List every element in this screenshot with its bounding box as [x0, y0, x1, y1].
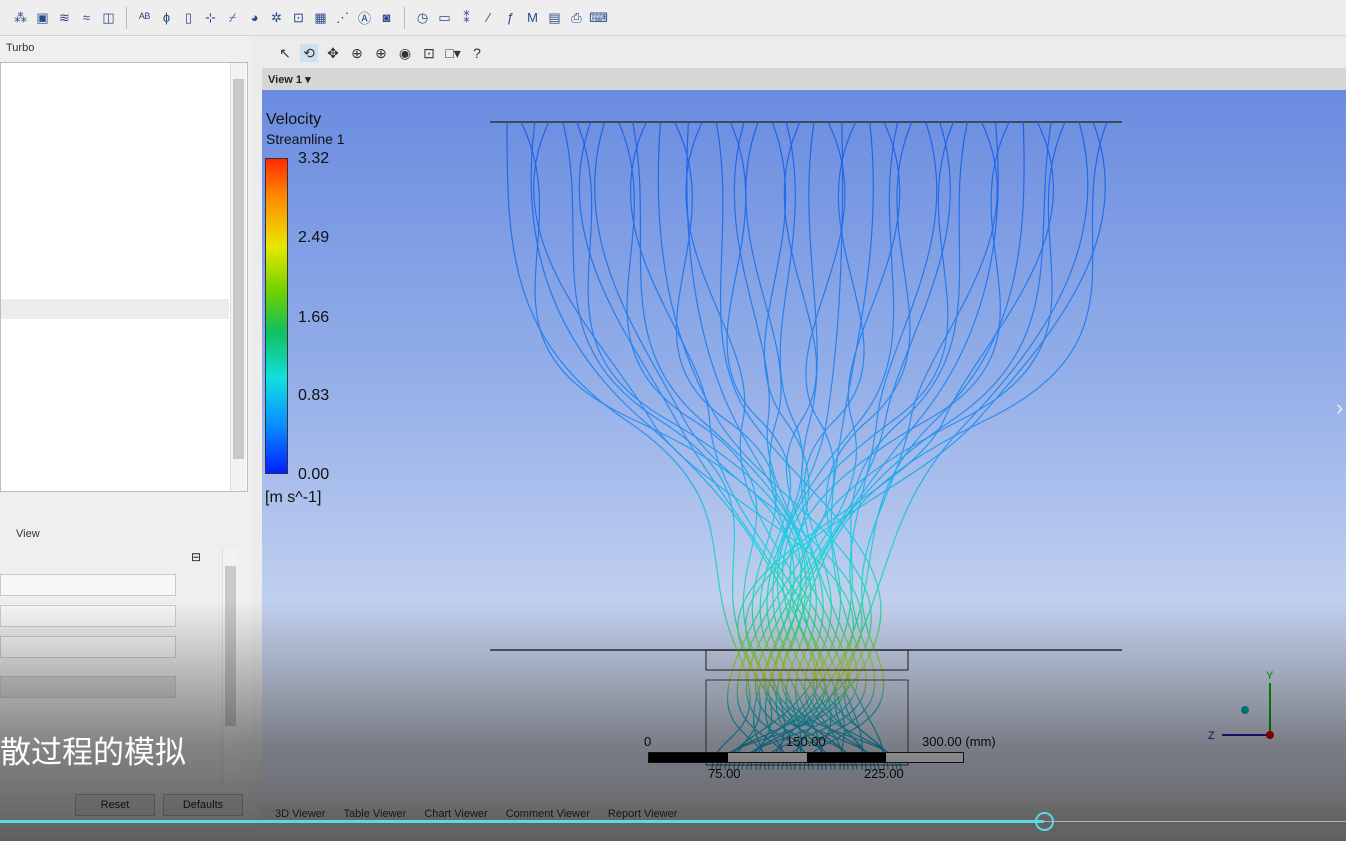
scale-label: 75.00 [708, 766, 741, 781]
image-icon[interactable]: ◙ [378, 9, 395, 26]
function-icon[interactable]: ⊡ [290, 9, 307, 26]
streamline [772, 121, 845, 771]
toolbar-separator [126, 6, 127, 29]
streamline [803, 121, 998, 771]
legend-tick: 1.66 [298, 309, 330, 326]
plane-icon[interactable]: ⌿ [224, 9, 241, 26]
legend-tick: 0.00 [298, 466, 330, 483]
tab-turbo[interactable]: Turbo [6, 42, 34, 54]
property-field[interactable] [0, 636, 176, 658]
toolbar-separator [404, 6, 405, 29]
next-arrow-icon[interactable]: › [1336, 395, 1343, 421]
text-icon[interactable]: ᴬᴮ [136, 9, 153, 26]
reset-button[interactable]: Reset [75, 794, 155, 816]
print-icon[interactable]: ⎙ [568, 9, 585, 26]
y-axis-label: Y [1266, 670, 1274, 682]
streamline [520, 121, 795, 771]
properties-scrollbar[interactable] [222, 548, 238, 784]
annotation-icon[interactable]: Ⓐ [356, 9, 373, 26]
color-icon[interactable]: ◕ [246, 9, 263, 26]
legend-icon[interactable]: ▯ [180, 9, 197, 26]
legend-tick: 0.83 [298, 387, 330, 404]
legend-title: Velocity [266, 111, 322, 128]
property-field[interactable] [0, 574, 176, 596]
tree-scrollbar[interactable] [230, 63, 246, 491]
zoom-fit-icon[interactable]: ◉ [396, 44, 414, 62]
report-icon[interactable]: M [524, 9, 541, 26]
volume-icon[interactable]: ◫ [100, 9, 117, 26]
animation-icon[interactable]: ▭ [436, 9, 453, 26]
video-progress-track[interactable] [1044, 821, 1346, 822]
color-bar [265, 158, 288, 474]
streamline [629, 121, 863, 771]
mesh-icon[interactable]: ▤ [546, 9, 563, 26]
legend-units: [m s^-1] [265, 489, 322, 506]
pick-icon[interactable]: ⁄ [480, 9, 497, 26]
streamline-icon[interactable]: ≋ [56, 9, 73, 26]
help-icon[interactable]: ? [468, 44, 486, 62]
vector-icon[interactable]: ≈ [78, 9, 95, 26]
pan-icon[interactable]: ✥ [324, 44, 342, 62]
streamline [741, 121, 1066, 771]
particle-icon[interactable]: ⁑ [458, 9, 475, 26]
select-icon[interactable]: ↖ [276, 44, 294, 62]
video-subtitle: 散过程的模拟 [0, 735, 186, 771]
streamline [782, 121, 955, 771]
contour-icon[interactable]: ▣ [34, 9, 51, 26]
defaults-button[interactable]: Defaults [163, 794, 243, 816]
tab-view[interactable]: View [16, 528, 40, 540]
chart-icon[interactable]: ⋰ [334, 9, 351, 26]
viewport-layout-icon[interactable]: □▾ [444, 44, 462, 62]
macro-icon[interactable]: ƒ [502, 9, 519, 26]
view-selector[interactable]: View 1 ▾ [262, 68, 1346, 90]
scale-label: 0 [644, 734, 652, 749]
main-toolbar: ⁂ ▣ ≋ ≈ ◫ ᴬᴮ ɸ ▯ ⊹ ⌿ ◕ ✲ ⊡ ▦ ⋰ Ⓐ ◙ ◷ ▭ ⁑… [0, 0, 1346, 36]
table-icon[interactable]: ▦ [312, 9, 329, 26]
streamline [562, 121, 761, 771]
legend-tick: 3.32 [298, 150, 330, 167]
property-dropdown[interactable] [0, 676, 176, 698]
scale-label: 225.00 [864, 766, 904, 781]
zoom-box-icon[interactable]: ⊕ [372, 44, 390, 62]
clip-icon[interactable]: ɸ [158, 9, 175, 26]
axis-triad: Y Z [1208, 670, 1274, 742]
streamline-plot [490, 121, 1122, 771]
fit-view-icon[interactable]: ⊡ [420, 44, 438, 62]
collapse-icon[interactable]: ⊟ [191, 550, 201, 564]
console-icon[interactable]: ⌨ [589, 9, 608, 26]
network-icon[interactable]: ⁂ [12, 9, 29, 26]
legend-subtitle: Streamline 1 [266, 131, 345, 147]
legend-tick: 2.49 [298, 229, 330, 246]
property-field[interactable] [0, 605, 176, 627]
video-progress-bar[interactable] [0, 820, 1045, 823]
streamline [766, 121, 823, 771]
z-axis-label: Z [1208, 730, 1215, 742]
scale-bar [648, 752, 964, 763]
scale-label: 300.00 (mm) [922, 734, 996, 749]
streamline [719, 121, 1010, 771]
timestep-icon[interactable]: ◷ [414, 9, 431, 26]
probe-icon[interactable]: ⊹ [202, 9, 219, 26]
rotate-icon[interactable]: ⟲ [300, 44, 318, 62]
expression-icon[interactable]: ✲ [268, 9, 285, 26]
view-title: View 1 [268, 74, 303, 86]
streamline [763, 121, 999, 771]
video-progress-knob[interactable] [1035, 812, 1055, 831]
tree-selected-row[interactable] [1, 299, 229, 319]
scale-label: 150.00 [786, 734, 826, 749]
streamline [594, 121, 894, 771]
outline-tree[interactable] [0, 62, 248, 492]
3d-viewport[interactable] [262, 90, 1346, 802]
viewer-toolbar: ↖ ⟲ ✥ ⊕ ⊕ ◉ ⊡ □▾ ? [262, 38, 1346, 68]
zoom-icon[interactable]: ⊕ [348, 44, 366, 62]
